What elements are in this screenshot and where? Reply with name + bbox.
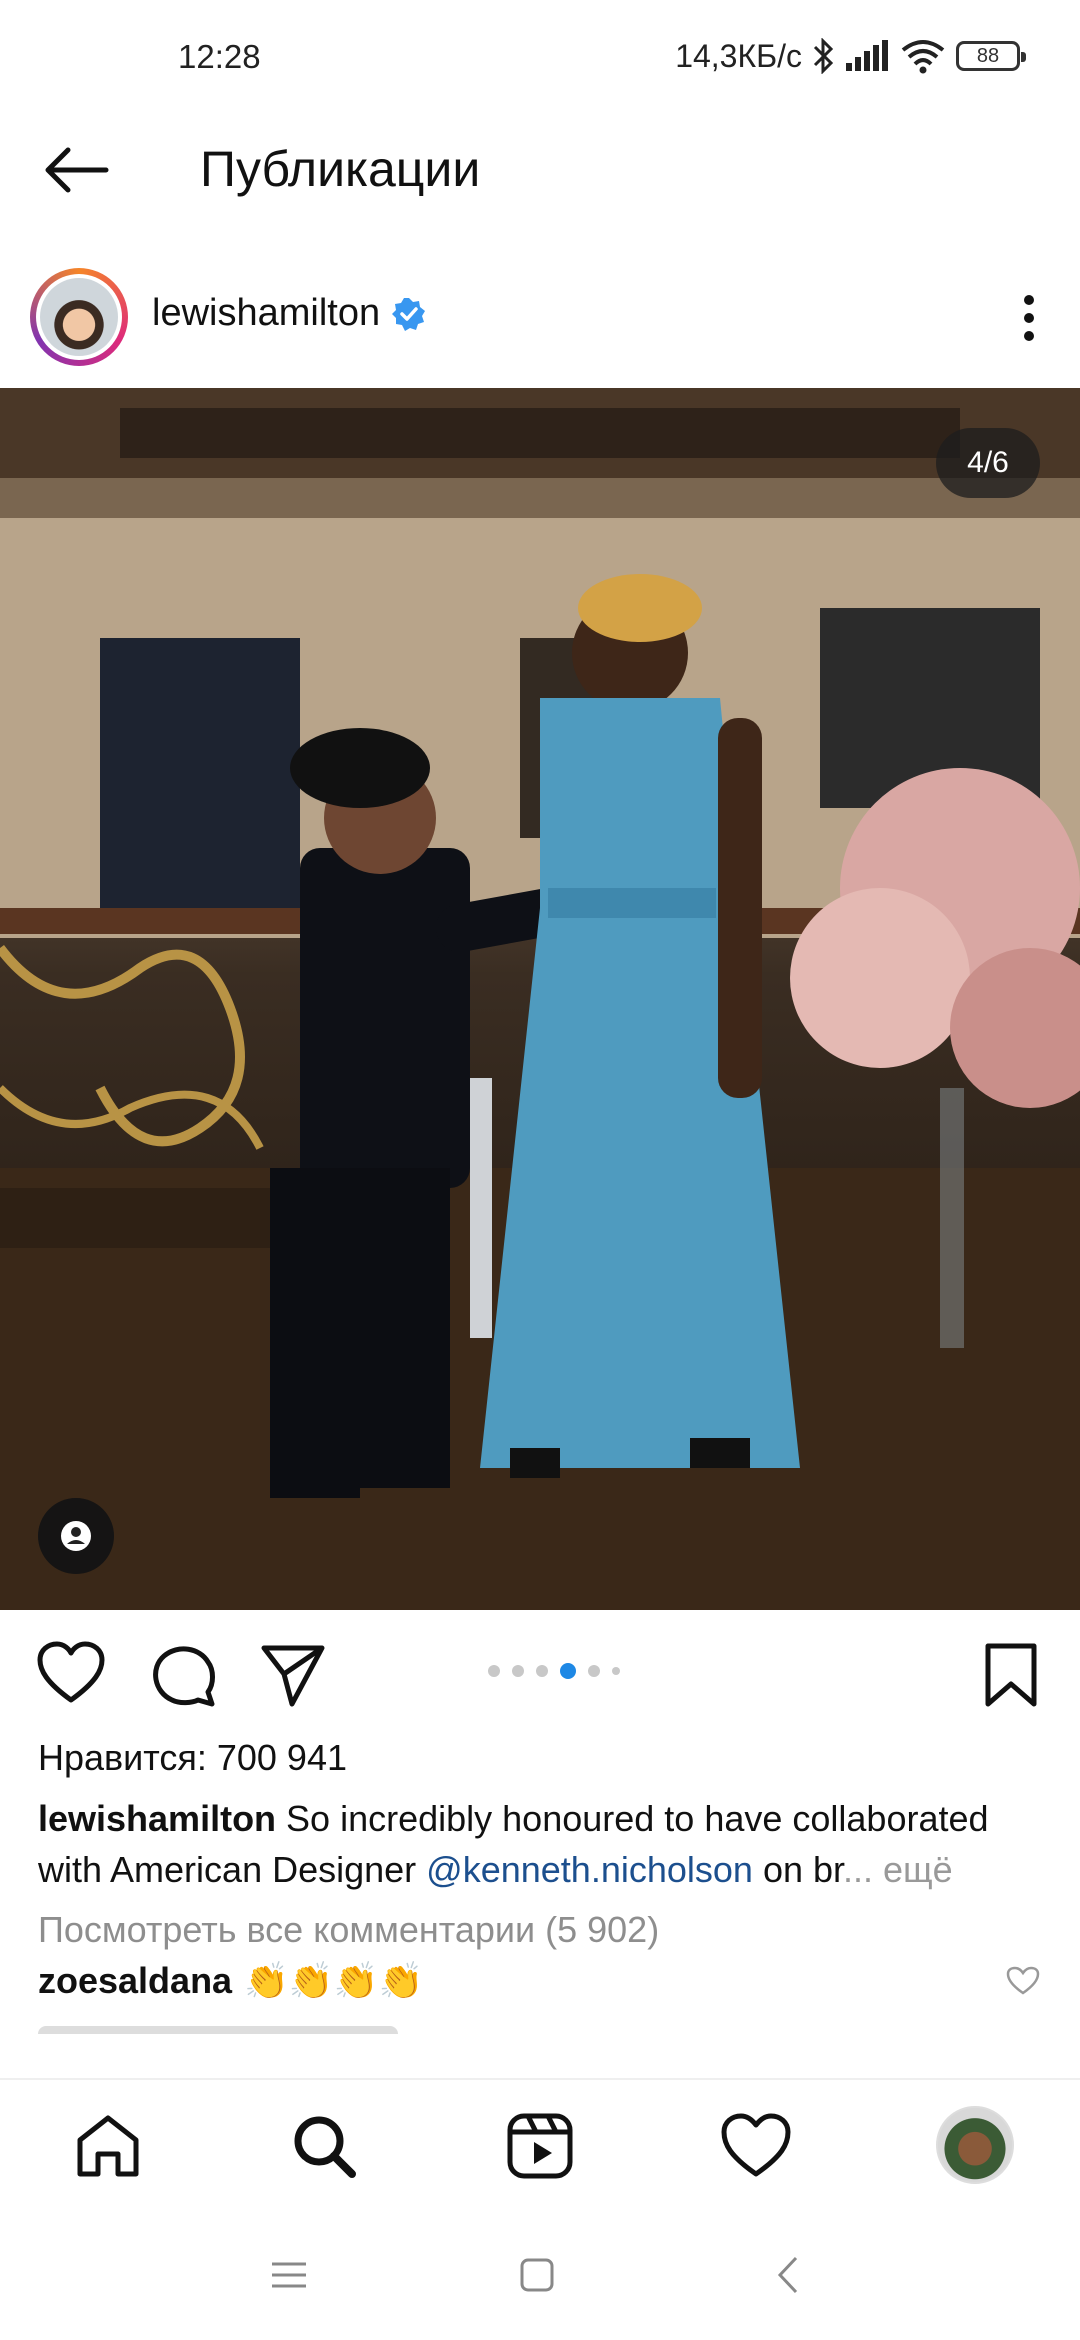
network-speed: 14,3КБ/с (675, 37, 802, 74)
nav-reels[interactable] (504, 2110, 576, 2182)
carousel-indicator (488, 1663, 620, 1679)
bluetooth-icon (813, 38, 834, 74)
square-icon (520, 2258, 554, 2292)
comment-username[interactable]: zoesaldana (38, 1960, 232, 2002)
likes-count[interactable]: Нравится: 700 941 (38, 1737, 347, 1779)
system-home-button[interactable] (512, 2250, 562, 2300)
nav-divider (0, 2078, 1080, 2080)
comment-icon (153, 1646, 215, 1707)
signal-icon (846, 40, 888, 71)
nav-home[interactable] (72, 2110, 144, 2182)
carousel-position-badge: 4/6 (936, 428, 1040, 498)
nav-activity[interactable] (720, 2110, 792, 2182)
user-icon (71, 1527, 81, 1537)
avatar[interactable] (30, 268, 128, 366)
view-all-comments-link[interactable]: Посмотреть все комментарии (5 902) (38, 1909, 659, 1951)
partial-comment (38, 2026, 1038, 2034)
chevron-left-icon (777, 2256, 798, 2294)
post-image[interactable] (0, 388, 1080, 1610)
comment-item: zoesaldana 👏👏👏👏 (38, 1960, 423, 2002)
page-title: Публикации (200, 141, 481, 197)
status-icons: 14,3КБ/с 88 (675, 36, 1026, 76)
home-icon (77, 2115, 139, 2177)
comment-like-button[interactable] (1006, 1966, 1040, 1996)
post-author[interactable]: lewishamilton (152, 292, 426, 335)
verified-badge-icon (392, 297, 426, 331)
caption-more-link[interactable]: ... ещё (843, 1849, 953, 1890)
post-caption: lewishamilton So incredibly honoured to … (38, 1793, 1048, 1895)
like-button[interactable] (36, 1640, 106, 1710)
comment-text: 👏👏👏👏 (244, 1960, 424, 2001)
tagged-users-button[interactable] (38, 1498, 114, 1574)
nav-search[interactable] (288, 2110, 360, 2182)
caption-username[interactable]: lewishamilton (38, 1798, 276, 1839)
system-menu-button[interactable] (264, 2250, 314, 2300)
heart-icon (1006, 1966, 1040, 1995)
system-back-button[interactable] (764, 2250, 814, 2300)
bookmark-icon (985, 1643, 1037, 1707)
share-button[interactable] (258, 1640, 328, 1710)
arrow-left-icon (45, 147, 109, 193)
wifi-icon (901, 40, 945, 74)
back-button[interactable] (40, 140, 120, 200)
battery-icon: 88 (956, 41, 1026, 71)
save-button[interactable] (976, 1640, 1046, 1710)
photo-illustration (0, 388, 1080, 1610)
username[interactable]: lewishamilton (152, 292, 380, 335)
caption-text-continued: on br (752, 1849, 844, 1890)
comment-button[interactable] (148, 1640, 218, 1710)
heart-icon (37, 1641, 105, 1703)
menu-icon (272, 2262, 306, 2288)
nav-profile-avatar[interactable] (936, 2106, 1014, 2184)
status-time: 12:28 (178, 38, 261, 75)
send-icon (261, 1645, 325, 1707)
more-options-button[interactable] (1014, 290, 1044, 346)
caption-mention[interactable]: @kenneth.nicholson (426, 1849, 753, 1890)
heart-icon (721, 2113, 791, 2177)
